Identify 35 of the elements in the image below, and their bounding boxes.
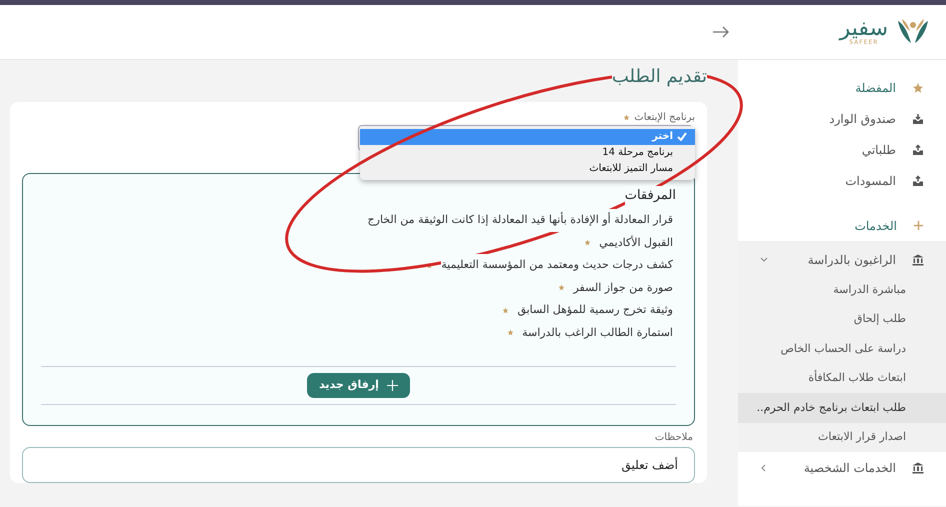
plus-icon [386, 380, 398, 391]
sidebar-item[interactable]: صندوق الوارد [738, 103, 946, 134]
sidebar-group-label[interactable]: الخدمات الشخصية [804, 458, 896, 476]
sidebar-subitem[interactable]: دراسة على الحساب الخاص [738, 334, 946, 364]
sidebar-group-label[interactable]: الراغبون بالدراسة [808, 250, 896, 268]
field-label: برنامج الإبتعاث [634, 110, 695, 125]
dropdown-option[interactable]: مسار التميز للابتعاث [360, 160, 695, 177]
upload-tray-icon [912, 174, 924, 186]
star-icon [912, 82, 924, 94]
upload-tray-icon [912, 144, 924, 156]
dropdown-option[interactable]: برنامج مرحلة 14 [360, 144, 695, 161]
notes-field[interactable]: أضف تعليق [22, 446, 695, 483]
section-title: المرفقات [624, 186, 676, 206]
sidebar-subitem[interactable]: طلب إلحاق [738, 304, 946, 334]
bank-icon [912, 254, 924, 266]
sidebar-subitem[interactable]: اصدار قرار الابتعاث [738, 422, 946, 452]
arrow-icon[interactable] [712, 26, 730, 38]
bank-icon [912, 462, 924, 474]
sidebar-subitem[interactable]: طلب ابتعاث برنامج خادم الحرم.. [738, 393, 946, 422]
check-icon [677, 132, 687, 142]
sidebar-item[interactable]: المفضلة [738, 72, 946, 103]
download-tray-icon [912, 112, 924, 124]
sidebar-item[interactable]: المسودات [738, 165, 946, 196]
add-attachment-button[interactable]: إرفاق جديد [307, 373, 410, 398]
chevron-down-icon[interactable] [760, 256, 768, 262]
page-title: تقديم الطلب [612, 66, 707, 88]
field-label: ملاحظات [654, 430, 693, 445]
sidebar-subitem[interactable]: مباشرة الدراسة [738, 275, 946, 304]
plus-icon [913, 220, 924, 231]
chevron-left-icon[interactable] [760, 464, 766, 472]
sidebar-item[interactable]: طلباتي [738, 134, 946, 165]
attachment-item: قرار المعادلة أو الإفادة بأنها قيد المعادلة إذا كانت الوثيقة من الخارج [368, 209, 673, 232]
sidebar-item[interactable]: الخدمات [738, 210, 946, 241]
logo-text: سفير [840, 18, 888, 40]
sidebar-subitem[interactable]: ابتعاث طلاب المكافأة [738, 364, 946, 393]
